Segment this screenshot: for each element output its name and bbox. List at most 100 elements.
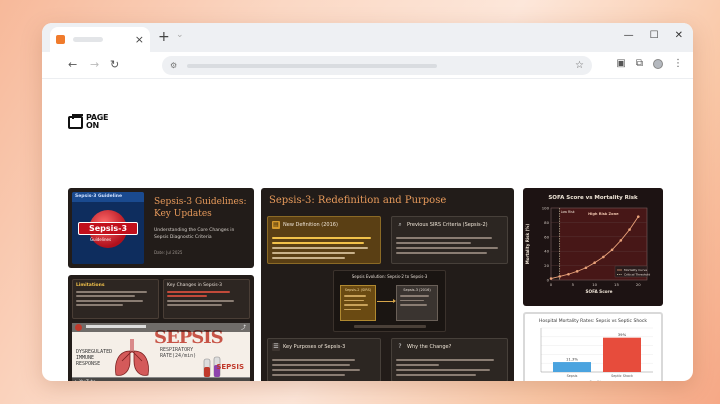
bookmark-star-icon[interactable]: ☆ bbox=[575, 60, 584, 71]
region-label: High Risk Zone bbox=[588, 212, 619, 216]
new-tab-button[interactable]: + bbox=[158, 29, 170, 45]
legend-label: Critical Threshold bbox=[624, 273, 650, 277]
main-slide-title: Sepsis-3: Redefinition and Purpose bbox=[269, 195, 447, 206]
menu-kebab-icon[interactable]: ⋮ bbox=[673, 58, 683, 69]
cover-image-header: Sepsis-3 Guideline bbox=[72, 192, 144, 202]
bar-chart-title: Hospital Mortality Rates: Sepsis vs Sept… bbox=[539, 318, 647, 324]
key-purposes-panel: ☰ Key Purposes of Sepsis-3 bbox=[267, 338, 381, 381]
slide-main-card[interactable]: Sepsis-3: Redefinition and Purpose ▤ New… bbox=[261, 188, 514, 381]
cover-badge: Sepsis-3 bbox=[78, 222, 138, 235]
mortality-point bbox=[628, 228, 631, 231]
tab-favicon-icon bbox=[56, 35, 65, 44]
minimize-button[interactable]: — bbox=[624, 30, 634, 41]
diagram-footer bbox=[354, 325, 426, 328]
cover-badge-sub: Guidelines bbox=[90, 237, 112, 242]
mortality-point bbox=[584, 266, 588, 270]
embedded-video[interactable]: SEPSIS ⤴ DYSREGULATED IMMUNE RESPONSE RE… bbox=[72, 323, 250, 381]
document-icon: ▤ bbox=[272, 221, 280, 229]
key-purposes-heading: Key Purposes of Sepsis-3 bbox=[283, 344, 346, 350]
back-button[interactable]: ← bbox=[68, 58, 77, 71]
changes-panels: Limitations Key Changes in Sepsis-3 bbox=[72, 279, 250, 319]
profile-avatar[interactable] bbox=[653, 58, 663, 69]
why-change-panel: ? Why the Change? bbox=[391, 338, 508, 381]
mortality-point bbox=[567, 272, 570, 276]
mortality-point bbox=[636, 215, 640, 218]
mortality-point bbox=[593, 261, 596, 265]
sofa-mortality-chart: SOFA Score vs Mortality Risk 0 20 40 60 80 100… bbox=[525, 195, 650, 294]
video-title-bar bbox=[86, 325, 146, 328]
browser-window: × + ⌄ — ☐ ✕ ← → ↻ ⚙ ☆ ▣ ⧉ ⋮ PAGE ON Seps… bbox=[42, 23, 693, 381]
slide-cover-card[interactable]: Sepsis-3 Guideline Sepsis-3 Guidelines S… bbox=[68, 188, 254, 268]
pageon-logo[interactable]: PAGE ON bbox=[68, 113, 108, 130]
magnifier-icon: ⌕ bbox=[398, 221, 402, 228]
bar bbox=[553, 362, 591, 372]
x-tick-label: 20 bbox=[636, 282, 641, 287]
previous-criteria-heading: Previous SIRS Criteria (Sepsis-2) bbox=[407, 222, 488, 228]
cover-description: Understanding the Core Changes in Sepsis… bbox=[154, 228, 235, 240]
mortality-point bbox=[602, 255, 605, 259]
mortality-point bbox=[558, 275, 562, 278]
sepsis-evolution-diagram: Sepsis Evolution: Sepsis-2 to Sepsis-3 S… bbox=[333, 270, 446, 332]
cover-image: Sepsis-3 Guideline Sepsis-3 Guidelines bbox=[72, 192, 144, 264]
browser-tab[interactable]: × bbox=[50, 27, 150, 52]
logo-line2: ON bbox=[86, 121, 99, 130]
mortality-bar-chart: Hospital Mortality Rates: Sepsis vs Sept… bbox=[539, 318, 653, 381]
page-content: PAGE ON Sepsis-3 Guideline Sepsis-3 Guid… bbox=[42, 79, 693, 381]
new-definition-heading: New Definition (2016) bbox=[283, 222, 338, 228]
y-tick-label: 60 bbox=[544, 234, 549, 239]
x-tick-label: 15 bbox=[614, 282, 619, 287]
maximize-button[interactable]: ☐ bbox=[650, 30, 659, 41]
diagram-title: Sepsis Evolution: Sepsis-2 to Sepsis-3 bbox=[351, 274, 428, 279]
video-label-red: SEPSIS bbox=[216, 363, 244, 371]
sepsis2-label: Sepsis-2 (SIRS) bbox=[344, 288, 372, 292]
x-tick-label: 0 bbox=[550, 282, 553, 287]
channel-avatar[interactable] bbox=[75, 324, 82, 331]
threshold-label: Low Risk bbox=[561, 210, 575, 214]
question-icon: ? bbox=[398, 343, 402, 350]
previous-criteria-panel: ⌕ Previous SIRS Criteria (Sepsis-2) bbox=[391, 216, 508, 264]
tab-search-icon[interactable]: ⌄ bbox=[176, 30, 184, 40]
share-icon[interactable]: ⤴ bbox=[241, 324, 246, 331]
x-axis-label: SOFA Score bbox=[586, 289, 613, 294]
sofa-chart-card[interactable]: SOFA Score vs Mortality Risk 0 20 40 60 80 100… bbox=[523, 188, 663, 306]
video-top-bar: ⤴ bbox=[72, 323, 250, 332]
mortality-point bbox=[575, 270, 579, 273]
logo-text: PAGE ON bbox=[86, 114, 108, 130]
address-bar[interactable]: ⚙ ☆ bbox=[162, 56, 592, 75]
browser-toolbar: ← → ↻ ⚙ ☆ ▣ ⧉ ⋮ bbox=[42, 52, 693, 79]
tab-close-icon[interactable]: × bbox=[135, 34, 144, 45]
key-changes-heading: Key Changes in Sepsis-3 bbox=[167, 283, 223, 288]
new-definition-panel: ▤ New Definition (2016) bbox=[267, 216, 381, 264]
cover-title: Sepsis-3 Guidelines: Key Updates bbox=[154, 197, 247, 219]
tab-bar: × + ⌄ — ☐ ✕ bbox=[42, 23, 693, 52]
video-text-mid: RESPIRATORY RATE(24/min) bbox=[160, 347, 197, 359]
mortality-bar-card[interactable]: Hospital Mortality Rates: Sepsis vs Sept… bbox=[523, 312, 663, 381]
mortality-point bbox=[549, 277, 553, 280]
video-text-left: DYSREGULATED IMMUNE RESPONSE bbox=[76, 349, 113, 367]
bar bbox=[603, 337, 641, 372]
video-controls[interactable]: ▶ YouTube bbox=[72, 378, 250, 381]
logo-mark-icon bbox=[68, 113, 83, 129]
puzzle-icon[interactable]: ⧉ bbox=[636, 58, 643, 69]
key-changes-panel: Key Changes in Sepsis-3 bbox=[163, 279, 250, 319]
youtube-logo-icon[interactable]: ▶ YouTube bbox=[75, 379, 96, 381]
x-tick-label: 5 bbox=[572, 282, 575, 287]
legend-label: Mortality Curve bbox=[624, 268, 647, 272]
site-info-icon[interactable]: ⚙ bbox=[170, 61, 177, 70]
mortality-point bbox=[619, 239, 623, 242]
y-tick-label: 40 bbox=[544, 249, 549, 254]
slide-changes-card[interactable]: Limitations Key Changes in Sepsis-3 SEPS… bbox=[68, 275, 254, 381]
close-window-button[interactable]: ✕ bbox=[675, 30, 683, 41]
chart-title: SOFA Score vs Mortality Risk bbox=[548, 195, 638, 201]
extension-icon[interactable]: ▣ bbox=[616, 58, 625, 69]
bar-category-label: Sepsis bbox=[567, 374, 578, 378]
bar-value-label: 11.3% bbox=[566, 357, 578, 362]
y-tick-label: 20 bbox=[544, 263, 549, 268]
window-controls: — ☐ ✕ bbox=[624, 30, 683, 41]
bar-value-label: 39% bbox=[618, 332, 627, 337]
forward-button[interactable]: → bbox=[90, 58, 99, 71]
evolution-arrow-icon bbox=[377, 299, 396, 303]
limitations-heading: Limitations bbox=[76, 283, 105, 288]
lungs-illustration bbox=[115, 339, 149, 376]
reload-button[interactable]: ↻ bbox=[110, 58, 119, 71]
